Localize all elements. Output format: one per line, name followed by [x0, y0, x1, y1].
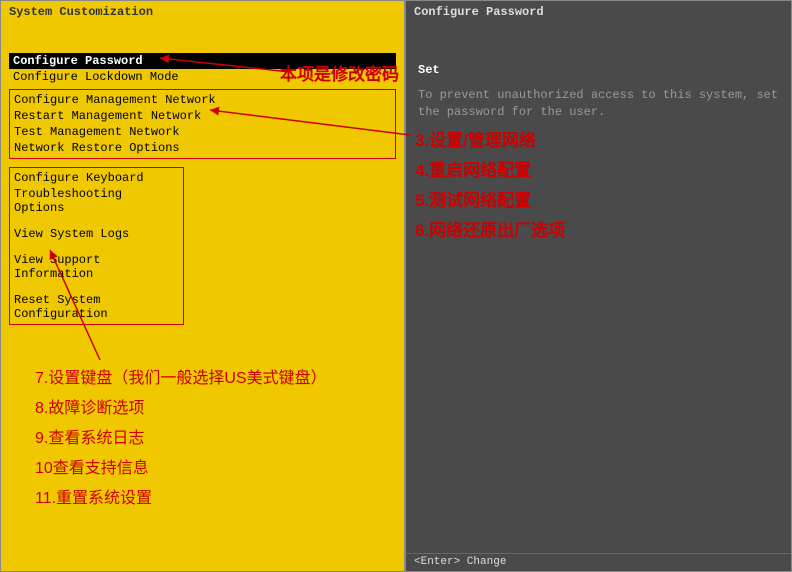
right-heading: Set [418, 63, 779, 77]
annotation-l9: 9.查看系统日志 [35, 424, 144, 448]
right-panel-title: Configure Password [406, 1, 791, 23]
annotation-r3: 3.设置/管理网络 [415, 126, 536, 151]
left-panel-title: System Customization [1, 1, 404, 23]
menu-test-mgmt-network[interactable]: Test Management Network [10, 124, 395, 140]
annotation-r6: 6.网络还原出厂选项 [415, 216, 565, 241]
annotation-l10: 10查看支持信息 [35, 454, 149, 478]
menu-box-network: Configure Management Network Restart Man… [9, 89, 396, 159]
menu-reset-system-config[interactable]: Reset System Configuration [10, 292, 183, 322]
annotation-l7: 7.设置键盘（我们一般选择US美式键盘） [35, 364, 327, 388]
annotation-l8: 8.故障诊断选项 [35, 394, 144, 418]
right-body: Set To prevent unauthorized access to th… [406, 53, 791, 131]
annotation-l11: 11.重置系统设置 [35, 484, 152, 508]
menu-network-restore[interactable]: Network Restore Options [10, 140, 395, 156]
menu-box-system: Configure Keyboard Troubleshooting Optio… [9, 167, 184, 325]
annotation-top: 本项是修改密码 [280, 60, 399, 85]
menu-configure-mgmt-network[interactable]: Configure Management Network [10, 92, 395, 108]
footer-hint: <Enter> Change [406, 553, 791, 571]
right-panel: Configure Password Set To prevent unauth… [405, 0, 792, 572]
right-desc: To prevent unauthorized access to this s… [418, 87, 779, 121]
annotation-r4: 4.重启网络配置 [415, 156, 531, 181]
menu-configure-keyboard[interactable]: Configure Keyboard [10, 170, 183, 186]
menu-view-support-info[interactable]: View Support Information [10, 252, 183, 282]
menu-restart-mgmt-network[interactable]: Restart Management Network [10, 108, 395, 124]
left-menu: Configure Password Configure Lockdown Mo… [1, 53, 404, 333]
menu-troubleshooting[interactable]: Troubleshooting Options [10, 186, 183, 216]
annotation-r5: 5.测试网络配置 [415, 186, 531, 211]
menu-view-system-logs[interactable]: View System Logs [10, 226, 183, 242]
